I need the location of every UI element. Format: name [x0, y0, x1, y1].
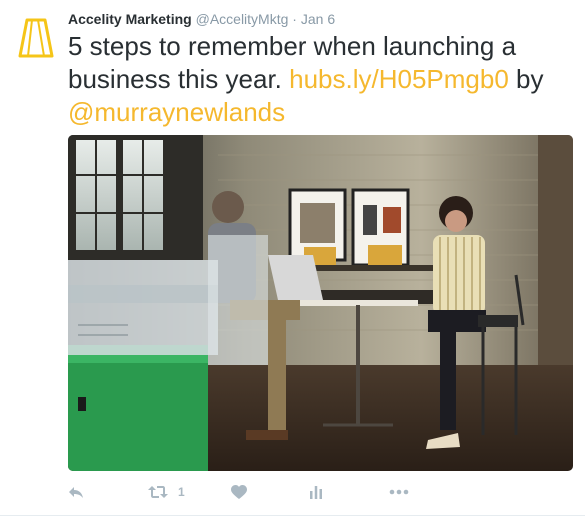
reply-icon	[69, 487, 83, 498]
tweet-mention[interactable]: @murraynewlands	[68, 97, 285, 127]
accelity-logo-avatar[interactable]	[18, 16, 54, 60]
author-name[interactable]: Accelity Marketing	[68, 11, 192, 27]
tweet-date[interactable]: Jan 6	[301, 11, 335, 27]
tweet-link[interactable]: hubs.ly/H05Pmgb0	[289, 64, 509, 94]
heart-icon	[231, 484, 247, 499]
more-button[interactable]	[389, 480, 409, 504]
office-meeting-photo	[68, 135, 573, 471]
retweet-icon	[148, 486, 168, 498]
analytics-button[interactable]	[309, 480, 323, 504]
author-handle[interactable]: @AccelityMktg	[196, 11, 289, 27]
header-separator: ·	[292, 11, 297, 27]
tweet-text-by: by	[516, 64, 544, 94]
retweet-count: 1	[178, 485, 185, 499]
tweet-actions: 1	[68, 480, 573, 504]
retweet-button[interactable]: 1	[148, 480, 185, 504]
tweet[interactable]: Accelity Marketing @AccelityMktg · Jan 6…	[0, 0, 585, 516]
accelity-logo-icon	[18, 18, 54, 58]
like-button[interactable]	[231, 480, 247, 504]
reply-button[interactable]	[68, 480, 84, 504]
tweet-header: Accelity Marketing @AccelityMktg · Jan 6	[68, 10, 335, 28]
tweet-photo[interactable]	[68, 135, 573, 471]
tweet-text: 5 steps to remember when launching a bus…	[68, 30, 573, 129]
more-icon	[389, 489, 409, 495]
analytics-icon	[310, 486, 322, 499]
